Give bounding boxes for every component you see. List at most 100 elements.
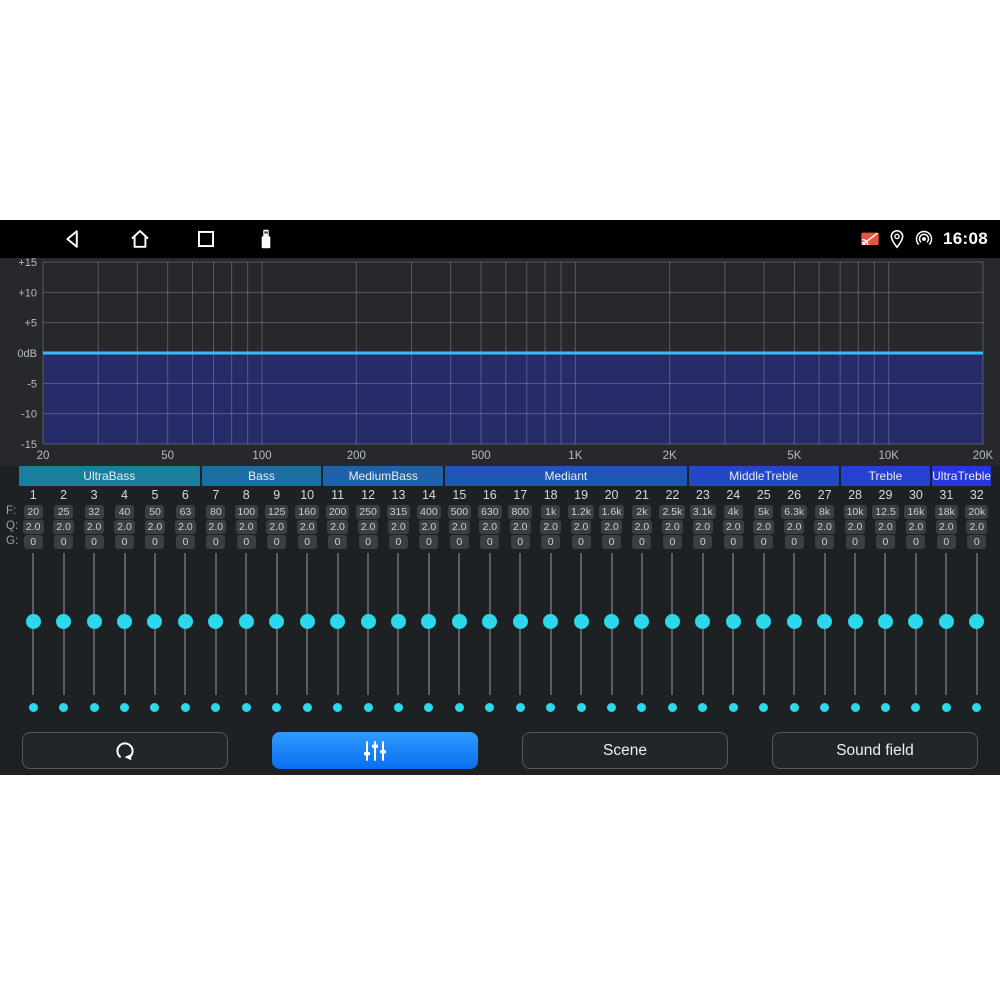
- band-4-frequency: 40: [115, 505, 134, 519]
- slider-handle[interactable]: [300, 614, 315, 629]
- slider-handle[interactable]: [482, 614, 497, 629]
- band-25-slider[interactable]: [749, 553, 779, 695]
- band-31-slider[interactable]: [931, 553, 961, 695]
- band-19-slider[interactable]: [566, 553, 596, 695]
- scene-button[interactable]: Scene: [522, 732, 728, 769]
- band-20-slider[interactable]: [596, 553, 626, 695]
- band-30-slider[interactable]: [901, 553, 931, 695]
- eq-response-fill: [43, 353, 983, 444]
- slider-handle[interactable]: [726, 614, 741, 629]
- band-17-slider[interactable]: [505, 553, 535, 695]
- band-9-slider[interactable]: [262, 553, 292, 695]
- slider-handle[interactable]: [330, 614, 345, 629]
- sound-field-button[interactable]: Sound field: [772, 732, 978, 769]
- slider-handle[interactable]: [26, 614, 41, 629]
- band-17-frequency: 800: [508, 505, 532, 519]
- y-tick-+15: +15: [18, 258, 37, 269]
- band-6-q-factor: 2.0: [175, 520, 196, 534]
- slider-handle[interactable]: [787, 614, 802, 629]
- band-6-slider[interactable]: [170, 553, 200, 695]
- slider-handle[interactable]: [543, 614, 558, 629]
- band-21-frequency: 2k: [632, 505, 651, 519]
- slider-handle[interactable]: [87, 614, 102, 629]
- slider-handle[interactable]: [756, 614, 771, 629]
- slider-handle[interactable]: [452, 614, 467, 629]
- slider-handle[interactable]: [634, 614, 649, 629]
- band-22-slider[interactable]: [657, 553, 687, 695]
- band-31-q-factor: 2.0: [936, 520, 957, 534]
- x-tick-20K: 20K: [973, 450, 994, 462]
- slider-handle[interactable]: [117, 614, 132, 629]
- band-5-dot: [150, 703, 159, 712]
- band-12-slider[interactable]: [353, 553, 383, 695]
- band-17-dot: [516, 703, 525, 712]
- band-32-q-factor: 2.0: [966, 520, 987, 534]
- band-23-slider[interactable]: [688, 553, 718, 695]
- band-29-slider[interactable]: [870, 553, 900, 695]
- band-15-dot: [455, 703, 464, 712]
- x-tick-20: 20: [37, 450, 50, 462]
- band-19-dot: [577, 703, 586, 712]
- band-13-dot: [394, 703, 403, 712]
- slider-handle[interactable]: [574, 614, 589, 629]
- band-24-slider[interactable]: [718, 553, 748, 695]
- slider-handle[interactable]: [421, 614, 436, 629]
- band-13-slider[interactable]: [383, 553, 413, 695]
- band-27-slider[interactable]: [809, 553, 839, 695]
- band-8-slider[interactable]: [231, 553, 261, 695]
- band-7-slider[interactable]: [201, 553, 231, 695]
- band-3-gain: 0: [85, 535, 104, 549]
- band-number-11: 11: [322, 486, 352, 504]
- band-28-slider[interactable]: [840, 553, 870, 695]
- band-number-29: 29: [870, 486, 900, 504]
- slider-handle[interactable]: [239, 614, 254, 629]
- home-icon[interactable]: [127, 226, 153, 252]
- reset-button[interactable]: [22, 732, 228, 769]
- y-tick-0dB: 0dB: [17, 348, 37, 360]
- band-32-dot: [972, 703, 981, 712]
- band-3-slider[interactable]: [79, 553, 109, 695]
- band-1-slider[interactable]: [18, 553, 48, 695]
- band-28-q-factor: 2.0: [845, 520, 866, 534]
- slider-handle[interactable]: [695, 614, 710, 629]
- slider-handle[interactable]: [908, 614, 923, 629]
- slider-handle[interactable]: [939, 614, 954, 629]
- slider-handle[interactable]: [969, 614, 984, 629]
- slider-handle[interactable]: [391, 614, 406, 629]
- slider-handle[interactable]: [665, 614, 680, 629]
- band-number-22: 22: [657, 486, 687, 504]
- band-14-slider[interactable]: [414, 553, 444, 695]
- slider-handle[interactable]: [817, 614, 832, 629]
- band-11-slider[interactable]: [322, 553, 352, 695]
- slider-handle[interactable]: [604, 614, 619, 629]
- band-group-headers: UltraBassBassMediumBassMediantMiddleTreb…: [18, 466, 992, 486]
- usb-icon[interactable]: [253, 226, 279, 252]
- band-16-frequency: 630: [478, 505, 502, 519]
- slider-handle[interactable]: [56, 614, 71, 629]
- slider-handle[interactable]: [513, 614, 528, 629]
- band-28-gain: 0: [846, 535, 865, 549]
- band-5-slider[interactable]: [140, 553, 170, 695]
- band-4-slider[interactable]: [109, 553, 139, 695]
- band-32-slider[interactable]: [962, 553, 992, 695]
- band-26-slider[interactable]: [779, 553, 809, 695]
- recents-icon[interactable]: [193, 226, 219, 252]
- band-2-slider[interactable]: [48, 553, 78, 695]
- band-8-frequency: 100: [235, 505, 259, 519]
- back-icon[interactable]: [60, 226, 86, 252]
- band-18-slider[interactable]: [535, 553, 565, 695]
- band-10-q-factor: 2.0: [297, 520, 318, 534]
- slider-handle[interactable]: [178, 614, 193, 629]
- slider-handle[interactable]: [361, 614, 376, 629]
- slider-handle[interactable]: [147, 614, 162, 629]
- band-15-slider[interactable]: [444, 553, 474, 695]
- slider-handle[interactable]: [269, 614, 284, 629]
- equalizer-button-active[interactable]: [272, 732, 478, 769]
- slider-handle[interactable]: [208, 614, 223, 629]
- slider-handle[interactable]: [878, 614, 893, 629]
- band-16-slider[interactable]: [475, 553, 505, 695]
- band-21-slider[interactable]: [627, 553, 657, 695]
- slider-handle[interactable]: [848, 614, 863, 629]
- band-2-frequency: 25: [54, 505, 73, 519]
- band-10-slider[interactable]: [292, 553, 322, 695]
